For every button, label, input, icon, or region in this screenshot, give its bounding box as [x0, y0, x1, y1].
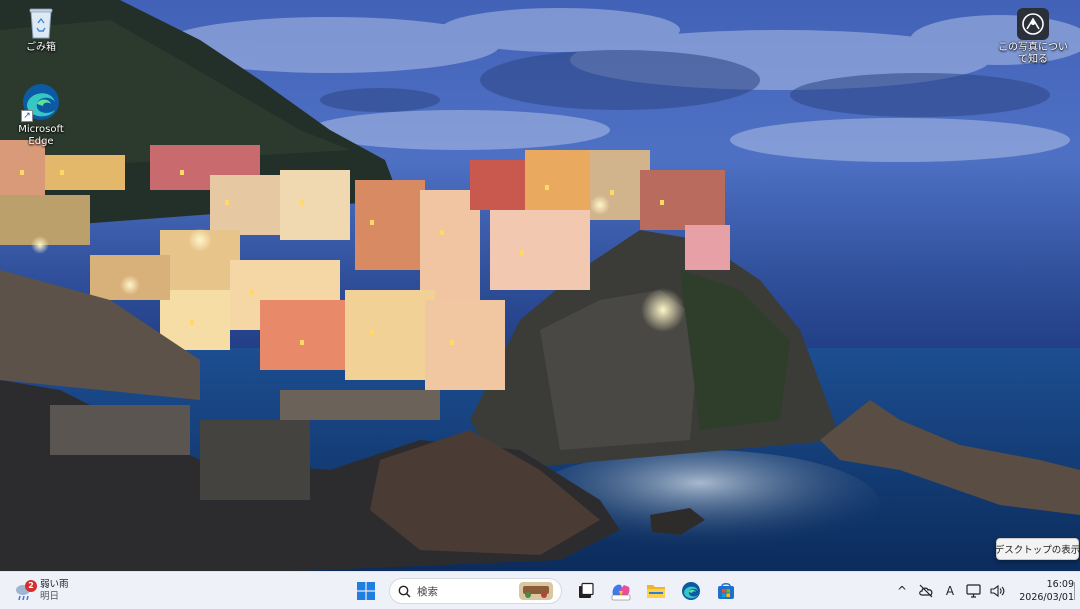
system-tray: ^ A 16:09 2026/03/01 [890, 575, 1074, 607]
volume-icon[interactable] [986, 576, 1010, 606]
tray-overflow-chevron[interactable]: ^ [890, 576, 914, 606]
copilot-icon [611, 584, 630, 601]
store-icon [717, 583, 734, 599]
rain-cloud-icon: 2 [14, 580, 37, 602]
windows-start-icon [356, 582, 375, 600]
show-desktop-button[interactable] [1074, 582, 1075, 600]
desktop-icon-label: この写真について知る [998, 42, 1068, 65]
network-icon[interactable] [962, 576, 986, 606]
desktop-icon-label: ごみ箱 [26, 42, 56, 53]
start-button[interactable] [350, 576, 381, 607]
weather-day: 明日 [40, 591, 60, 602]
search-placeholder: 検索 [417, 585, 438, 598]
edge-icon [681, 582, 700, 600]
shortcut-arrow-icon: ↗ [21, 110, 33, 122]
taskbar-file-explorer[interactable] [640, 576, 671, 607]
spotlight-camera-icon [1017, 8, 1049, 40]
taskbar-app-area: 検索 [350, 575, 741, 607]
search-highlight-icon [519, 582, 553, 600]
desktop-icon-recycle-bin[interactable]: ごみ箱 [5, 6, 77, 54]
desktop-icon-edge[interactable]: ↗ Microsoft Edge [5, 82, 77, 148]
taskbar-task-view[interactable] [570, 576, 601, 607]
clock-date: 2026/03/01 [1019, 592, 1074, 603]
clock-time: 16:09 [1046, 579, 1074, 590]
taskbar: 2 弱い雨 明日 検索 ^ A 16:09 2026/03/01 [0, 571, 1080, 609]
taskbar-store[interactable] [710, 576, 741, 607]
weather-condition: 弱い雨 [40, 579, 69, 590]
search-icon [398, 585, 411, 598]
taskbar-edge[interactable] [675, 576, 706, 607]
taskbar-clock[interactable]: 16:09 2026/03/01 [1014, 578, 1074, 604]
taskbar-search-box[interactable]: 検索 [389, 578, 562, 604]
edge-icon: ↗ [21, 82, 61, 122]
recycle-bin-icon [28, 6, 54, 40]
desktop-icon-spotlight[interactable]: この写真について知る [994, 8, 1072, 66]
task-view-icon [578, 582, 594, 598]
onedrive-offline-icon[interactable] [914, 576, 938, 606]
taskbar-copilot[interactable] [605, 576, 636, 607]
ime-indicator[interactable]: A [938, 576, 962, 606]
desktop-wallpaper [0, 0, 1080, 571]
weather-widget[interactable]: 2 弱い雨 明日 [14, 576, 69, 606]
desktop-icon-label: Microsoft Edge [18, 124, 64, 147]
show-desktop-tooltip: デスクトップの表示 [995, 538, 1080, 560]
folder-icon [646, 585, 665, 598]
weather-badge: 2 [25, 580, 37, 592]
